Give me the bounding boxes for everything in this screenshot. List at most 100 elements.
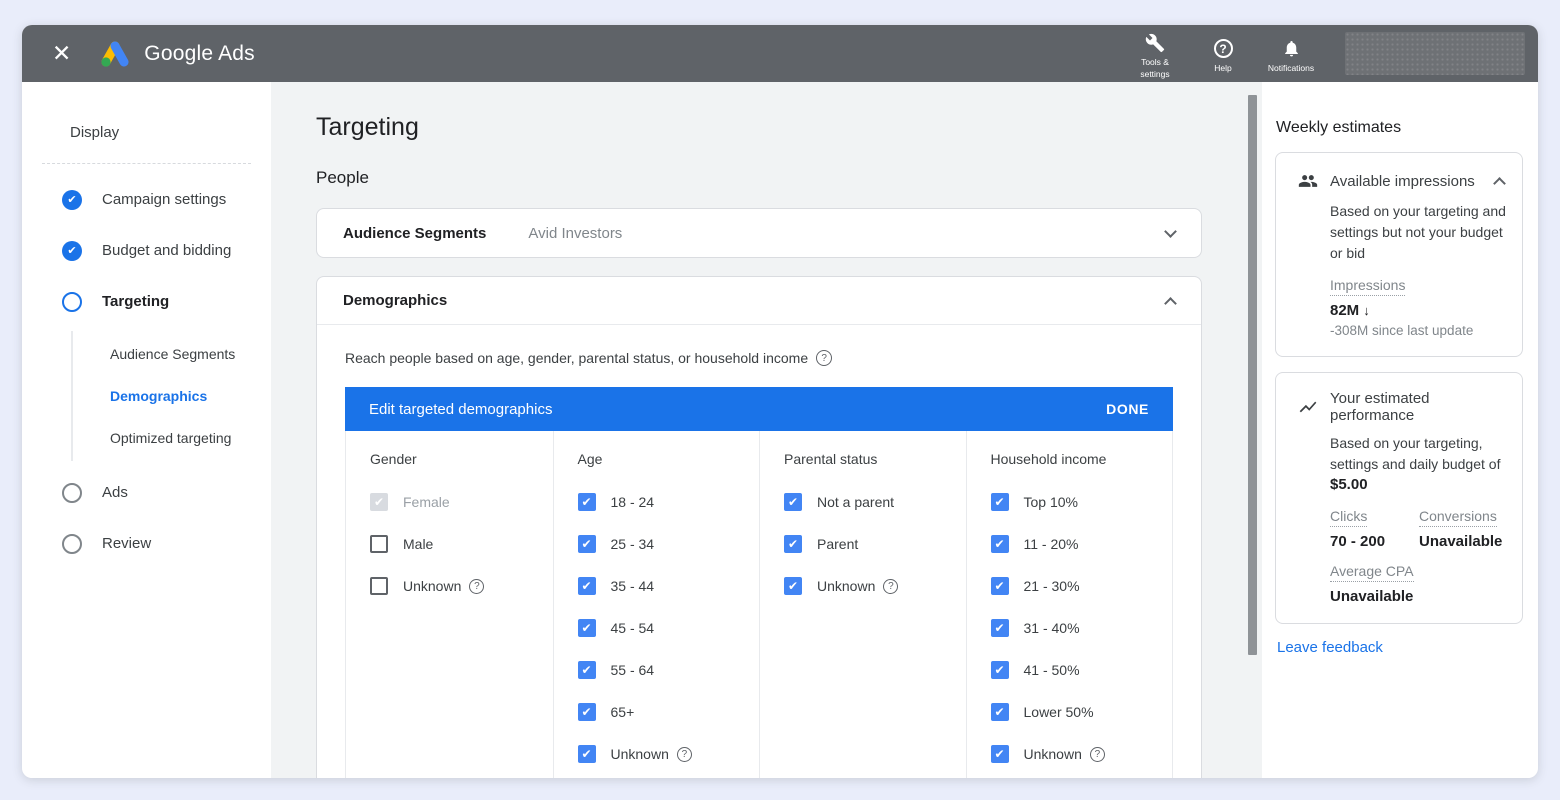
main-content: Targeting People Audience Segments Avid … bbox=[271, 82, 1262, 778]
help-button[interactable]: ? Help bbox=[1189, 33, 1257, 74]
help-icon: ? bbox=[1214, 37, 1233, 61]
checkbox-label: Lower 50% bbox=[1024, 704, 1094, 720]
step-label: Campaign settings bbox=[102, 191, 226, 208]
clicks-value: 70 - 200 bbox=[1330, 533, 1419, 550]
sidebar-step-ads[interactable]: Ads bbox=[22, 467, 271, 518]
clicks-label: Clicks bbox=[1330, 508, 1367, 527]
checkbox[interactable] bbox=[991, 493, 1009, 511]
help-icon[interactable]: ? bbox=[677, 747, 692, 762]
checkbox-option-top-10[interactable]: Top 10% bbox=[991, 493, 1149, 511]
checkbox[interactable] bbox=[578, 745, 596, 763]
column-header: Gender bbox=[370, 451, 529, 467]
checkbox-option-unknown[interactable]: Unknown? bbox=[991, 745, 1149, 763]
steps-list: ✔Campaign settings✔Budget and biddingTar… bbox=[22, 174, 271, 569]
checkbox-option-lower-50[interactable]: Lower 50% bbox=[991, 703, 1149, 721]
checkbox-label: Parent bbox=[817, 536, 858, 552]
checkbox-option-21-30[interactable]: 21 - 30% bbox=[991, 577, 1149, 595]
checkbox[interactable] bbox=[578, 619, 596, 637]
demographics-panel-header[interactable]: Demographics bbox=[317, 277, 1201, 325]
trend-down-icon: ↓ bbox=[1363, 303, 1370, 318]
checkbox-option-female[interactable]: Female bbox=[370, 493, 529, 511]
card-title: Your estimated performance bbox=[1330, 390, 1508, 424]
checkbox-label: 25 - 34 bbox=[611, 536, 655, 552]
checkbox-option-41-50[interactable]: 41 - 50% bbox=[991, 661, 1149, 679]
help-icon[interactable]: ? bbox=[469, 579, 484, 594]
done-button[interactable]: DONE bbox=[1106, 401, 1149, 417]
column-header: Age bbox=[578, 451, 736, 467]
sidebar-substep-optimized-targeting[interactable]: Optimized targeting bbox=[73, 417, 271, 459]
close-icon[interactable]: ✕ bbox=[52, 42, 71, 65]
checkbox-label: Not a parent bbox=[817, 494, 894, 510]
demographics-title: Demographics bbox=[343, 292, 447, 309]
checkbox-option-55-64[interactable]: 55 - 64 bbox=[578, 661, 736, 679]
checkbox-label: 55 - 64 bbox=[611, 662, 655, 678]
checkbox-option-not-a-parent[interactable]: Not a parent bbox=[784, 493, 942, 511]
help-icon[interactable]: ? bbox=[883, 579, 898, 594]
checkbox[interactable] bbox=[991, 661, 1009, 679]
checkbox-option-18-24[interactable]: 18 - 24 bbox=[578, 493, 736, 511]
checkbox-option-65[interactable]: 65+ bbox=[578, 703, 736, 721]
checkbox-label: 18 - 24 bbox=[611, 494, 655, 510]
checkbox-option-unknown[interactable]: Unknown? bbox=[370, 577, 529, 595]
checkbox[interactable] bbox=[991, 535, 1009, 553]
card-description: Based on your targeting and settings but… bbox=[1330, 201, 1508, 264]
people-section-title: People bbox=[316, 168, 1202, 188]
chevron-down-icon[interactable] bbox=[1164, 225, 1177, 238]
sidebar-step-targeting[interactable]: Targeting bbox=[22, 276, 271, 327]
checkbox-option-11-20[interactable]: 11 - 20% bbox=[991, 535, 1149, 553]
line-chart-icon bbox=[1298, 396, 1320, 418]
checkbox-option-unknown[interactable]: Unknown? bbox=[578, 745, 736, 763]
account-info-placeholder[interactable] bbox=[1345, 32, 1525, 75]
checkbox-label: 35 - 44 bbox=[611, 578, 655, 594]
action-label: Tools & settings bbox=[1126, 57, 1184, 79]
checkbox-option-unknown[interactable]: Unknown? bbox=[784, 577, 942, 595]
checkbox-option-male[interactable]: Male bbox=[370, 535, 529, 553]
tools-settings-button[interactable]: Tools & settings bbox=[1121, 27, 1189, 79]
checkbox-option-45-54[interactable]: 45 - 54 bbox=[578, 619, 736, 637]
sidebar-step-review[interactable]: Review bbox=[22, 518, 271, 569]
app-bar: ✕ Google Ads Tools & settings ? Help bbox=[22, 25, 1538, 82]
checkbox[interactable] bbox=[370, 493, 388, 511]
checkbox-label: Female bbox=[403, 494, 450, 510]
checkbox-label: 31 - 40% bbox=[1024, 620, 1080, 636]
checkbox[interactable] bbox=[784, 577, 802, 595]
help-icon[interactable]: ? bbox=[816, 350, 832, 366]
checkbox-option-parent[interactable]: Parent bbox=[784, 535, 942, 553]
step-complete-icon: ✔ bbox=[62, 241, 82, 261]
checkbox[interactable] bbox=[578, 577, 596, 595]
leave-feedback-link[interactable]: Leave feedback bbox=[1277, 639, 1383, 656]
chevron-up-icon[interactable] bbox=[1493, 177, 1506, 190]
edit-demographics-bar: Edit targeted demographics DONE bbox=[345, 387, 1173, 431]
checkbox[interactable] bbox=[991, 745, 1009, 763]
sidebar-step-budget-and-bidding[interactable]: ✔Budget and bidding bbox=[22, 225, 271, 276]
sidebar-substep-demographics[interactable]: Demographics bbox=[73, 375, 271, 417]
checkbox[interactable] bbox=[578, 535, 596, 553]
sidebar-substep-audience-segments[interactable]: Audience Segments bbox=[73, 333, 271, 375]
checkbox-option-35-44[interactable]: 35 - 44 bbox=[578, 577, 736, 595]
checkbox[interactable] bbox=[578, 703, 596, 721]
campaign-type-label: Display bbox=[70, 124, 271, 141]
chevron-up-icon[interactable] bbox=[1164, 297, 1177, 310]
checkbox-label: Male bbox=[403, 536, 433, 552]
demographics-description: Reach people based on age, gender, paren… bbox=[345, 350, 808, 366]
checkbox[interactable] bbox=[784, 493, 802, 511]
help-icon[interactable]: ? bbox=[1090, 747, 1105, 762]
checkbox[interactable] bbox=[370, 577, 388, 595]
checkbox-option-25-34[interactable]: 25 - 34 bbox=[578, 535, 736, 553]
checkbox[interactable] bbox=[578, 493, 596, 511]
checkbox-option-31-40[interactable]: 31 - 40% bbox=[991, 619, 1149, 637]
checkbox[interactable] bbox=[991, 703, 1009, 721]
sidebar-step-campaign-settings[interactable]: ✔Campaign settings bbox=[22, 174, 271, 225]
demographics-column-parental-status: Parental statusNot a parentParentUnknown… bbox=[759, 431, 966, 778]
checkbox[interactable] bbox=[784, 535, 802, 553]
checkbox[interactable] bbox=[578, 661, 596, 679]
checkbox[interactable] bbox=[991, 577, 1009, 595]
audience-segments-title: Audience Segments bbox=[343, 225, 486, 242]
step-label: Review bbox=[102, 535, 151, 552]
checkbox-label: Top 10% bbox=[1024, 494, 1078, 510]
notifications-button[interactable]: Notifications bbox=[1257, 33, 1325, 74]
vertical-scrollbar[interactable] bbox=[1248, 95, 1257, 655]
checkbox[interactable] bbox=[370, 535, 388, 553]
checkbox[interactable] bbox=[991, 619, 1009, 637]
audience-segments-panel[interactable]: Audience Segments Avid Investors bbox=[316, 208, 1202, 258]
